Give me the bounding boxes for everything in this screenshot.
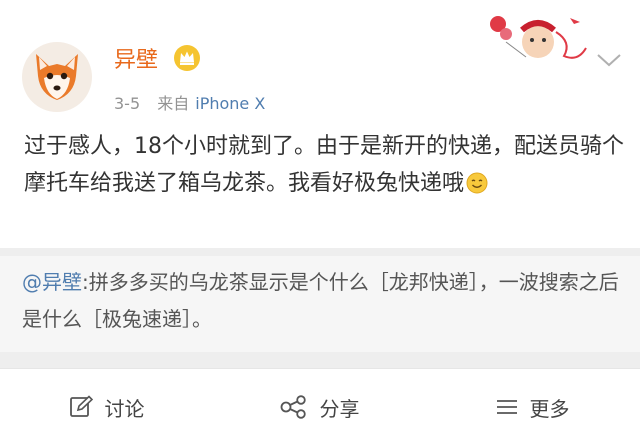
share-icon [280, 395, 306, 419]
username[interactable]: 异壁 [114, 42, 158, 74]
share-button[interactable]: 分享 [213, 369, 426, 445]
comment-button[interactable]: 讨论 [0, 369, 213, 445]
more-button[interactable]: 更多 [426, 369, 639, 445]
post-text-content: 过于感人，18个小时就到了。由于是新开的快递，配送员骑个摩托车给我送了箱乌龙茶。… [24, 134, 624, 196]
smile-emoji-icon [466, 169, 488, 194]
repost-mention[interactable]: @异壁 [22, 270, 82, 294]
source-prefix: 来自 [157, 94, 190, 113]
repost-box[interactable]: @异壁:拼多多买的乌龙茶显示是个什么［龙邦快递］，一波搜索之后是什么［极兔速递］… [0, 256, 640, 352]
repost-text: @异壁:拼多多买的乌龙茶显示是个什么［龙邦快递］，一波搜索之后是什么［极兔速递］… [22, 264, 622, 338]
crown-badge-icon[interactable] [172, 43, 202, 73]
edit-icon [69, 395, 93, 417]
post-meta: 3-5 来自 iPhone X [114, 90, 265, 114]
sticker-decoration [486, 12, 590, 72]
share-label: 分享 [319, 396, 360, 421]
post-source[interactable]: iPhone X [195, 94, 265, 113]
action-bar: 讨论 分享 更多 [0, 368, 640, 445]
weibo-post-screen: 异壁 3-5 来自 iPhone X 过于感人，18个小时就到了。由于是新开的快… [0, 0, 640, 445]
comment-label: 讨论 [104, 396, 145, 421]
post-text: 过于感人，18个小时就到了。由于是新开的快递，配送员骑个摩托车给我送了箱乌龙茶。… [24, 128, 624, 202]
list-icon [496, 400, 517, 414]
post-card: 异壁 3-5 来自 iPhone X 过于感人，18个小时就到了。由于是新开的快… [0, 0, 640, 248]
post-timestamp: 3-5 [114, 94, 141, 113]
chevron-down-icon[interactable] [596, 52, 622, 68]
more-label: 更多 [529, 396, 570, 421]
fox-avatar[interactable] [22, 42, 92, 112]
repost-content: :拼多多买的乌龙茶显示是个什么［龙邦快递］，一波搜索之后是什么［极兔速递］。 [22, 270, 619, 331]
